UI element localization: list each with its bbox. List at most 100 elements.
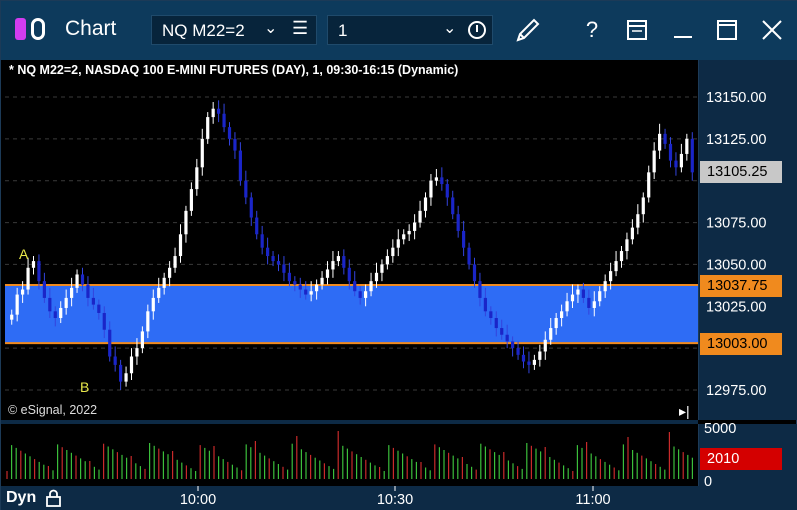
candle-body <box>494 318 498 329</box>
candle-body <box>102 312 106 330</box>
candle-body <box>178 234 183 257</box>
candle-body <box>211 108 215 118</box>
candle-body <box>200 138 204 168</box>
candle-body <box>565 301 569 312</box>
candle-body <box>21 289 25 295</box>
candle-body <box>304 289 308 295</box>
candle-body <box>260 234 264 248</box>
candle-body <box>658 133 662 151</box>
candle-body <box>184 210 188 235</box>
candle-body <box>423 197 428 211</box>
candle-body <box>151 297 155 312</box>
candle-body <box>505 334 509 342</box>
candle-body <box>233 138 237 151</box>
candle-body <box>249 197 253 218</box>
candle-body <box>445 184 449 198</box>
candle-body <box>500 328 504 335</box>
candle-body <box>609 271 613 282</box>
candle-body <box>472 264 477 282</box>
candle-body <box>396 239 400 248</box>
candle-body <box>570 294 575 302</box>
time-tick-label: 10:30 <box>377 492 413 508</box>
candle-body <box>336 256 340 262</box>
candle-body <box>86 284 90 298</box>
candle-body <box>538 351 542 360</box>
candle-body <box>364 291 368 298</box>
candle-body <box>679 153 683 168</box>
marker-a: A <box>19 246 29 262</box>
candle-body <box>402 234 406 240</box>
candle-body <box>347 267 351 282</box>
candle-body <box>162 277 166 288</box>
candle-body <box>255 217 259 235</box>
candle-body <box>26 267 30 290</box>
candle-body <box>146 311 150 332</box>
candle-body <box>581 289 585 298</box>
price-chart[interactable]: 13150.00 13125.00 13075.00 13050.00 13025.00… <box>1 1 797 510</box>
candle-body <box>587 297 591 308</box>
lock-icon[interactable] <box>45 489 62 507</box>
candle-body <box>80 274 85 285</box>
time-tick-label: 10:00 <box>180 492 216 508</box>
candle-body <box>189 189 193 211</box>
candle-body <box>108 329 112 357</box>
candle-body <box>391 247 395 257</box>
candle-body <box>614 261 618 272</box>
candle-body <box>287 272 291 282</box>
candle-body <box>315 284 319 292</box>
candle-body <box>331 261 335 270</box>
time-tick-label: 11:00 <box>575 492 610 508</box>
candle-body <box>434 177 438 181</box>
candle-body <box>685 138 689 154</box>
candle-body <box>516 348 520 355</box>
candle-body <box>483 297 487 312</box>
candle-body <box>598 291 602 302</box>
candle-body <box>113 356 117 365</box>
candle-body <box>652 150 656 173</box>
candle-body <box>456 214 460 231</box>
candle-body <box>641 197 645 215</box>
candle-body <box>625 239 629 252</box>
dyn-label[interactable]: Dyn <box>6 489 36 507</box>
candle-body <box>543 339 547 352</box>
candle-body <box>271 256 275 262</box>
candle-body <box>91 297 95 305</box>
candle-body <box>385 256 389 265</box>
zone-top-tag: 13037.75 <box>700 275 782 297</box>
candle-body <box>554 318 558 329</box>
price-tick-label: 13150.00 <box>706 90 766 106</box>
chart-window: Chart NQ M22=2 ⌄ ☰ 1 ⌄ ? 13150.00 13125.… <box>0 0 797 510</box>
price-tick-label: 13025.00 <box>706 299 766 315</box>
candle-body <box>244 180 248 198</box>
candle-body <box>592 301 596 308</box>
candle-body <box>369 281 373 292</box>
candle-body <box>549 328 553 340</box>
candle-body <box>293 281 297 285</box>
candle-body <box>342 256 346 268</box>
candle-body <box>489 311 493 319</box>
candle-body <box>647 172 651 198</box>
candle-body <box>75 274 79 288</box>
price-tick-label: 12975.00 <box>706 383 766 399</box>
candle-body <box>59 307 63 319</box>
candle-body <box>619 251 624 262</box>
candle-body <box>173 256 177 268</box>
candle-body <box>478 281 482 298</box>
price-tick-label: 13075.00 <box>706 216 766 232</box>
candle-body <box>266 247 270 257</box>
candle-body <box>135 348 139 357</box>
candle-body <box>374 272 379 282</box>
candle-body <box>320 277 324 285</box>
candle-body <box>10 314 14 320</box>
zone-bottom-tag: 13003.00 <box>700 333 782 355</box>
candle-body <box>222 113 226 128</box>
candle-body <box>418 210 422 223</box>
candle-body <box>407 230 411 235</box>
candle-body <box>195 167 199 190</box>
jump-to-latest-icon[interactable]: ▸| <box>679 403 690 420</box>
candle-body <box>511 341 515 349</box>
volume-tick-label: 5000 <box>704 421 736 437</box>
candle-body <box>129 356 134 374</box>
candle-body <box>358 291 362 298</box>
candle-body <box>380 264 384 273</box>
